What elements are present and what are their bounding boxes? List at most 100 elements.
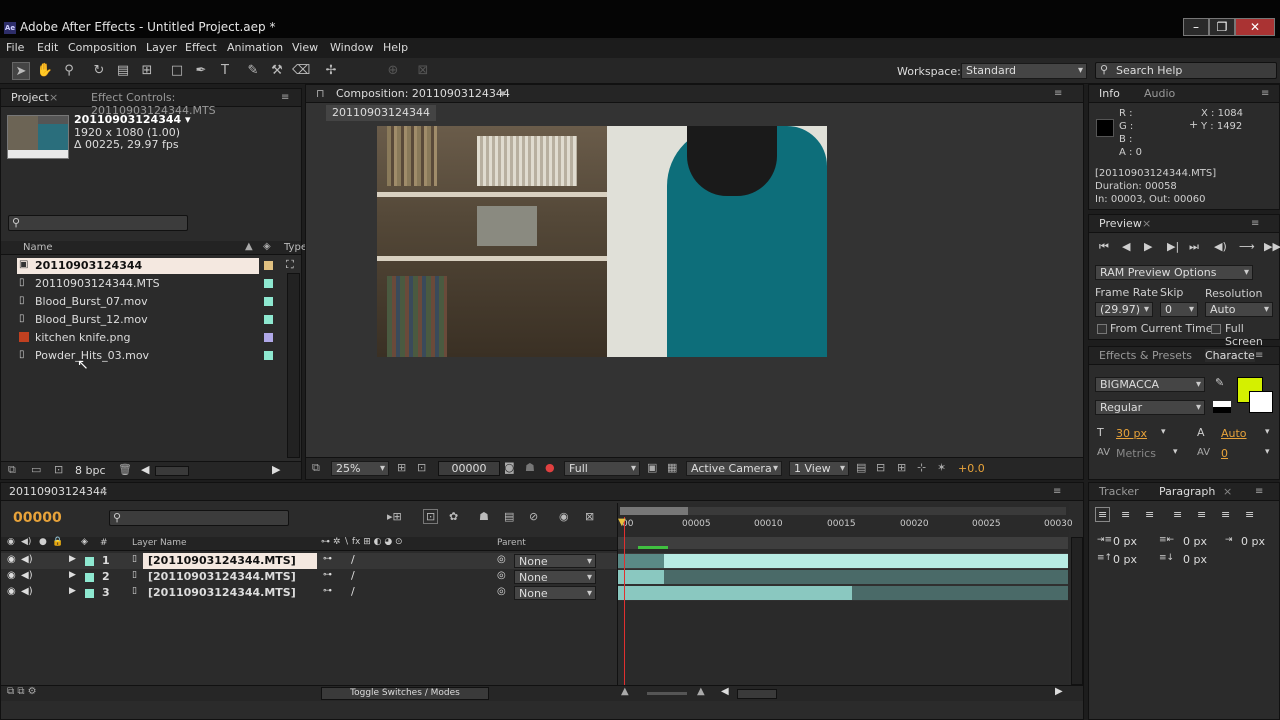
hand-tool-icon[interactable]: ✋ bbox=[36, 62, 54, 80]
camera-view-dropdown[interactable]: Active Camera bbox=[686, 461, 782, 476]
justify-all-icon[interactable]: ≡ bbox=[1245, 508, 1254, 521]
from-current-time-checkbox[interactable] bbox=[1097, 324, 1107, 334]
label-tag-icon[interactable]: ◈ bbox=[81, 537, 88, 547]
pick-whip-icon[interactable]: ◎ bbox=[497, 586, 506, 597]
stroke-color-swatch[interactable] bbox=[1249, 391, 1273, 413]
first-frame-icon[interactable]: ⏮ bbox=[1099, 240, 1109, 254]
lock-icon[interactable]: ⊓ bbox=[316, 87, 325, 100]
new-composition-icon[interactable]: ⊡ bbox=[54, 463, 63, 476]
ram-preview-options-dropdown[interactable]: RAM Preview Options bbox=[1095, 265, 1253, 280]
horizontal-scroll-thumb[interactable] bbox=[737, 689, 777, 699]
current-time-indicator[interactable] bbox=[624, 517, 625, 699]
tab-effects-presets[interactable]: Effects & Presets bbox=[1099, 349, 1192, 362]
comp-mini-flowchart-icon[interactable]: ▸⊞ bbox=[387, 510, 402, 523]
font-size-value[interactable]: 30 px bbox=[1116, 427, 1147, 440]
align-center-icon[interactable]: ≡ bbox=[1121, 508, 1130, 521]
playhead-icon[interactable]: ▼ bbox=[618, 517, 626, 528]
eraser-tool-icon[interactable]: ⌫ bbox=[292, 62, 310, 80]
new-folder-icon[interactable]: ▭ bbox=[31, 463, 41, 476]
snapshot-icon[interactable]: ◙ bbox=[504, 461, 515, 474]
label-color-chip[interactable] bbox=[264, 333, 273, 342]
kerning-dropdown-icon[interactable]: ▾ bbox=[1173, 447, 1178, 457]
work-area-bar[interactable] bbox=[618, 537, 1068, 549]
always-preview-icon[interactable]: ⧉ bbox=[312, 461, 320, 475]
label-color-chip[interactable] bbox=[264, 279, 273, 288]
black-white-swatch[interactable] bbox=[1213, 401, 1231, 413]
leading-value[interactable]: Auto bbox=[1221, 427, 1247, 440]
color-channels-icon[interactable]: ● bbox=[545, 461, 555, 474]
list-item[interactable]: ▯ Blood_Burst_12.mov bbox=[1, 311, 287, 329]
close-icon[interactable]: × bbox=[1223, 485, 1232, 498]
list-item[interactable]: ▯ 20110903124344.MTS bbox=[1, 275, 287, 293]
toggle-switches-button[interactable]: Toggle Switches / Modes bbox=[321, 687, 489, 700]
time-graph[interactable]: 00 00005 00010 00015 00020 00025 00030 ▼ bbox=[617, 503, 1073, 699]
quality-switch-icon[interactable]: / bbox=[351, 553, 355, 566]
close-button[interactable]: ✕ bbox=[1235, 18, 1275, 36]
table-row[interactable]: ◉ ◀) ▶ 2 ▯ [20110903124344.MTS] ⊶ / ◎ No… bbox=[1, 569, 617, 585]
previous-frame-icon[interactable]: ◀ bbox=[1122, 240, 1130, 253]
close-icon[interactable]: × bbox=[49, 91, 58, 104]
list-item[interactable]: ▯ Powder_Hits_03.mov bbox=[1, 347, 287, 365]
column-type[interactable]: Type bbox=[284, 242, 307, 253]
maximize-button[interactable]: ❐ bbox=[1209, 18, 1235, 36]
panel-menu-icon[interactable]: ≡ bbox=[1054, 88, 1062, 99]
resolution-dropdown[interactable]: Full bbox=[564, 461, 640, 476]
table-row[interactable]: ◉ ◀) ▶ 1 ▯ [20110903124344.MTS] ⊶ / ◎ No… bbox=[1, 553, 617, 569]
menu-file[interactable]: File bbox=[6, 41, 24, 54]
indent-first-value[interactable]: 0 px bbox=[1241, 535, 1265, 548]
clone-stamp-tool-icon[interactable]: ⚒ bbox=[268, 62, 286, 80]
label-color-chip[interactable] bbox=[85, 589, 94, 598]
quality-switch-icon[interactable]: / bbox=[351, 569, 355, 582]
exposure-icon[interactable]: ✶ bbox=[937, 461, 946, 474]
list-item[interactable]: ▯ Blood_Burst_07.mov bbox=[1, 293, 287, 311]
resolution-dropdown[interactable]: Auto bbox=[1205, 302, 1273, 317]
project-scrollbar[interactable] bbox=[287, 273, 300, 458]
align-right-icon[interactable]: ≡ bbox=[1145, 508, 1154, 521]
panel-menu-icon[interactable]: ≡ bbox=[1251, 218, 1259, 229]
lock-switch-icon[interactable]: 🔒 bbox=[52, 537, 63, 547]
menu-animation[interactable]: Animation bbox=[227, 41, 283, 54]
menu-layer[interactable]: Layer bbox=[146, 41, 177, 54]
selection-tool-icon[interactable]: ➤ bbox=[12, 62, 30, 80]
panel-menu-icon[interactable]: ≡ bbox=[281, 92, 289, 103]
transparency-grid-icon[interactable]: ▦ bbox=[667, 461, 677, 474]
motion-blur-icon[interactable]: ▤ bbox=[504, 510, 514, 523]
eye-icon[interactable]: ◉ bbox=[7, 586, 16, 597]
zoom-out-icon[interactable]: ▲ bbox=[621, 686, 629, 697]
current-time-field[interactable]: 00000 bbox=[438, 461, 500, 476]
scroll-right-icon[interactable]: ▶ bbox=[272, 463, 280, 476]
toggle-pixel-aspect-icon[interactable]: ▤ bbox=[856, 461, 866, 474]
collapse-switch-icon[interactable]: ⊶ bbox=[323, 586, 332, 596]
layer-name[interactable]: [20110903124344.MTS] bbox=[148, 586, 296, 599]
menu-effect[interactable]: Effect bbox=[185, 41, 217, 54]
speaker-icon[interactable]: ◀) bbox=[21, 554, 33, 565]
trash-icon[interactable]: 🗑 bbox=[118, 463, 132, 476]
zoom-slider[interactable] bbox=[647, 692, 687, 695]
flowchart-icon[interactable]: ⊹ bbox=[917, 461, 926, 474]
graph-editor-icon[interactable]: ⊠ bbox=[585, 510, 594, 523]
tracking-dropdown-icon[interactable]: ▾ bbox=[1265, 447, 1270, 457]
bit-depth-label[interactable]: 8 bpc bbox=[75, 464, 106, 477]
skip-dropdown[interactable]: 0 bbox=[1160, 302, 1198, 317]
solo-switch-icon[interactable]: ● bbox=[39, 537, 47, 547]
panel-menu-icon[interactable]: ≡ bbox=[1053, 486, 1061, 497]
quality-switch-icon[interactable]: / bbox=[351, 585, 355, 598]
minimize-button[interactable]: – bbox=[1183, 18, 1209, 36]
parent-dropdown[interactable]: None bbox=[514, 586, 596, 601]
composition-subtab[interactable]: 20110903124344 bbox=[326, 105, 436, 121]
eye-icon[interactable]: ◉ bbox=[7, 570, 16, 581]
label-color-chip[interactable] bbox=[264, 297, 273, 306]
exposure-value[interactable]: +0.0 bbox=[958, 462, 985, 475]
parent-dropdown[interactable]: None bbox=[514, 570, 596, 585]
tab-preview[interactable]: Preview bbox=[1099, 217, 1142, 230]
scroll-left-icon[interactable]: ◀ bbox=[721, 686, 729, 697]
tab-paragraph[interactable]: Paragraph bbox=[1159, 485, 1215, 498]
tab-project[interactable]: Project bbox=[11, 91, 49, 104]
list-item[interactable]: ▣ 20110903124344 ⛶ bbox=[1, 257, 294, 275]
menu-composition[interactable]: Composition bbox=[68, 41, 137, 54]
label-tag-icon[interactable]: ◈ bbox=[263, 241, 271, 252]
draft-3d-icon[interactable]: ⊡ bbox=[423, 509, 439, 524]
tab-audio[interactable]: Audio bbox=[1144, 87, 1175, 100]
label-color-chip[interactable] bbox=[85, 557, 94, 566]
show-snapshot-icon[interactable]: ☗ bbox=[525, 461, 535, 474]
